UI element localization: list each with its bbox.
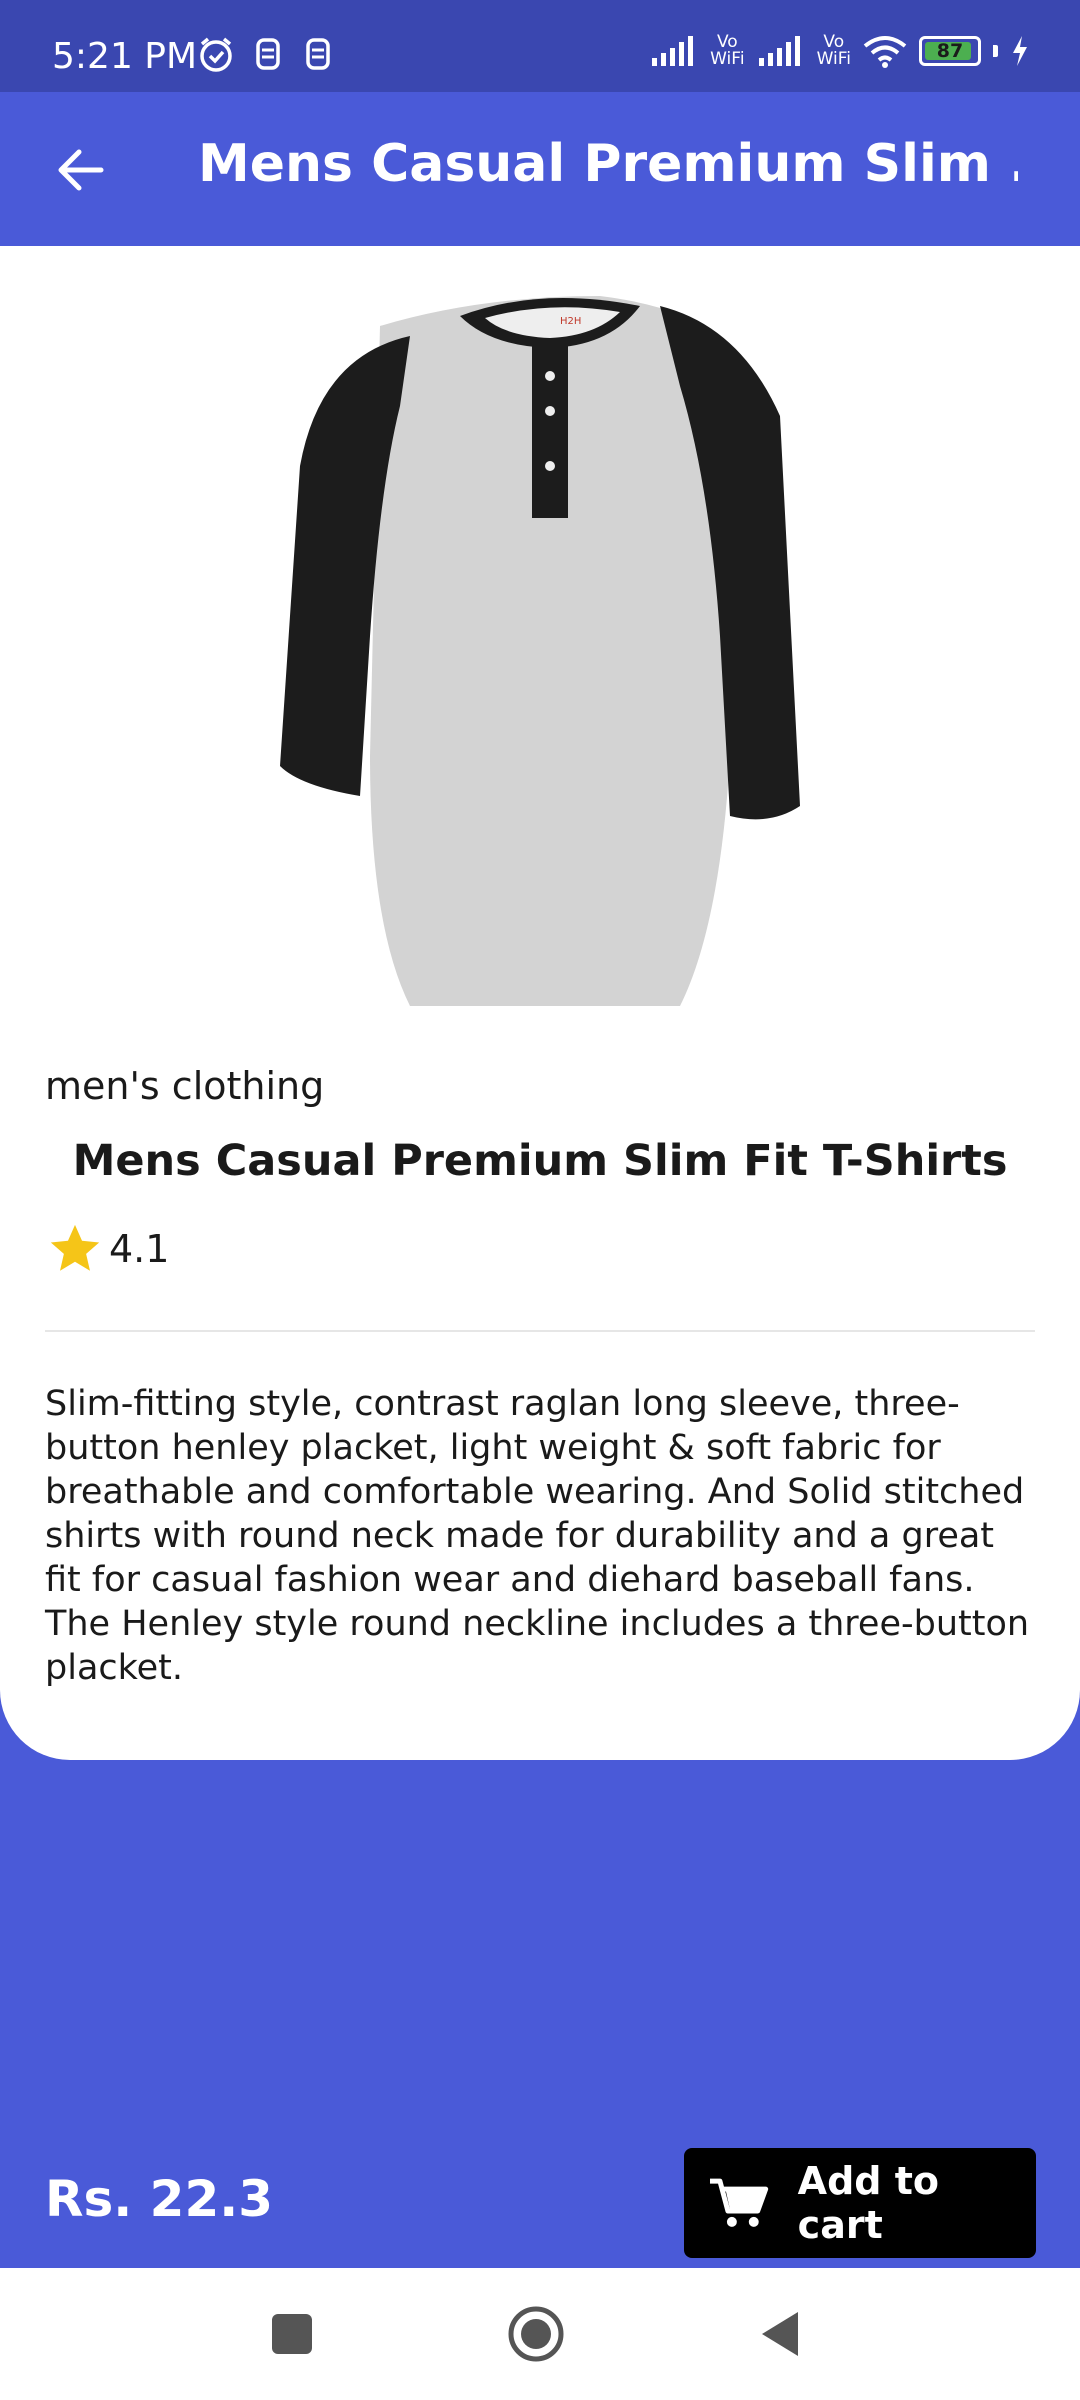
circle-icon [508, 2306, 564, 2362]
product-price: Rs. 22.3 [45, 2170, 274, 2228]
vowifi-label-2: Vo WiFi [816, 32, 851, 69]
star-icon [50, 1224, 100, 1271]
cart-icon [709, 2178, 769, 2227]
charging-icon [1013, 36, 1027, 66]
status-time: 5:21 PM [52, 36, 198, 77]
page-title: Mens Casual Premium Slim ... [198, 134, 1018, 194]
battery-level: 87 [936, 40, 964, 62]
alarm-icon [200, 37, 232, 72]
home-button[interactable] [506, 2304, 566, 2364]
status-left-icons [196, 34, 336, 74]
product-category: men's clothing [45, 1064, 325, 1108]
square-icon [272, 2314, 312, 2354]
app-bar: Mens Casual Premium Slim ... [0, 92, 1080, 246]
shirt-tag-label: H2H [560, 316, 581, 327]
notification-icon [256, 38, 280, 70]
wifi-icon [863, 36, 907, 68]
arrow-left-icon [58, 149, 104, 191]
battery-cap [993, 45, 998, 57]
product-card: H2H men's clothing Mens Casual Premium S… [0, 246, 1080, 1760]
triangle-back-icon [762, 2312, 798, 2356]
system-nav-bar [0, 2268, 1080, 2400]
product-image: H2H [280, 296, 800, 1006]
signal-icon-2 [758, 36, 800, 66]
product-rating: 4.1 [45, 1220, 169, 1278]
divider [45, 1330, 1035, 1332]
back-button[interactable] [40, 130, 120, 210]
add-to-cart-label: Add to cart [797, 2159, 939, 2247]
vowifi-label: Vo WiFi [710, 32, 745, 69]
add-to-cart-button[interactable]: Add to cart [684, 2148, 1036, 2258]
status-bar: 5:21 PM Vo WiFi Vo WiFi 87 [0, 0, 1080, 92]
signal-icon [652, 36, 694, 66]
product-description: Slim-fitting style, contrast raglan long… [45, 1384, 1030, 1688]
product-title: Mens Casual Premium Slim Fit T-Shirts [72, 1136, 1008, 1186]
battery-icon: 87 [919, 36, 981, 66]
rating-value: 4.1 [109, 1227, 170, 1271]
back-nav-button[interactable] [750, 2304, 810, 2364]
notification-icon-2 [306, 38, 330, 70]
recents-button[interactable] [262, 2304, 322, 2364]
status-right-icons: Vo WiFi Vo WiFi 87 [650, 34, 1030, 68]
